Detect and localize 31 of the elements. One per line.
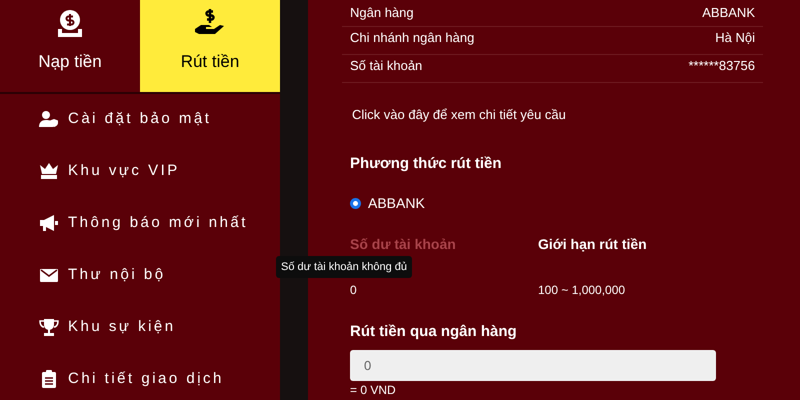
menu-item[interactable]: Khu sự kiện	[38, 314, 280, 340]
clipboard-icon	[42, 370, 56, 388]
megaphone-icon	[39, 215, 59, 231]
info-label: Chi nhánh ngân hàng	[350, 29, 474, 48]
info-value: ABBANK	[702, 4, 755, 22]
section-heading: Phương thức rút tiền	[349, 154, 503, 174]
info-value: ******83756	[688, 57, 755, 76]
radio-button[interactable]	[350, 198, 361, 208]
balance-label: Số dư tài khoản	[349, 234, 457, 254]
limit-label: Giới hạn rút tiền	[538, 234, 647, 254]
trophy-icon	[39, 318, 59, 336]
amount-field[interactable]: 0	[350, 350, 716, 381]
menu-item[interactable]: Cài đặt bảo mật	[38, 106, 280, 132]
converted-amount: = 0 VND	[349, 382, 397, 399]
coin-icon	[56, 8, 84, 38]
info-value: Hà Nội	[715, 29, 755, 48]
crown-icon	[38, 162, 60, 180]
balance-value: 0	[349, 282, 358, 298]
user-shield-icon	[39, 111, 59, 127]
menu-item[interactable]: Khu vực VIP	[38, 158, 280, 184]
envelope-icon	[40, 268, 58, 282]
details-link[interactable]: Click vào đây để xem chi tiết yêu cầu	[342, 107, 566, 122]
section-heading: Rút tiền qua ngân hàng	[349, 322, 518, 342]
menu-item[interactable]: Chi tiết giao dịch	[38, 366, 280, 392]
info-label: Số tài khoản	[350, 57, 422, 76]
tab[interactable]: Rút tiền	[140, 0, 280, 92]
menu-item[interactable]: Thông báo mới nhất	[38, 210, 280, 236]
info-label: Ngân hàng	[350, 4, 414, 22]
tooltip: Số dư tài khoản không đủ	[276, 256, 412, 278]
limit-value: 100 ~ 1,000,000	[538, 282, 626, 298]
radio-option[interactable]: ABBANK	[342, 192, 763, 214]
